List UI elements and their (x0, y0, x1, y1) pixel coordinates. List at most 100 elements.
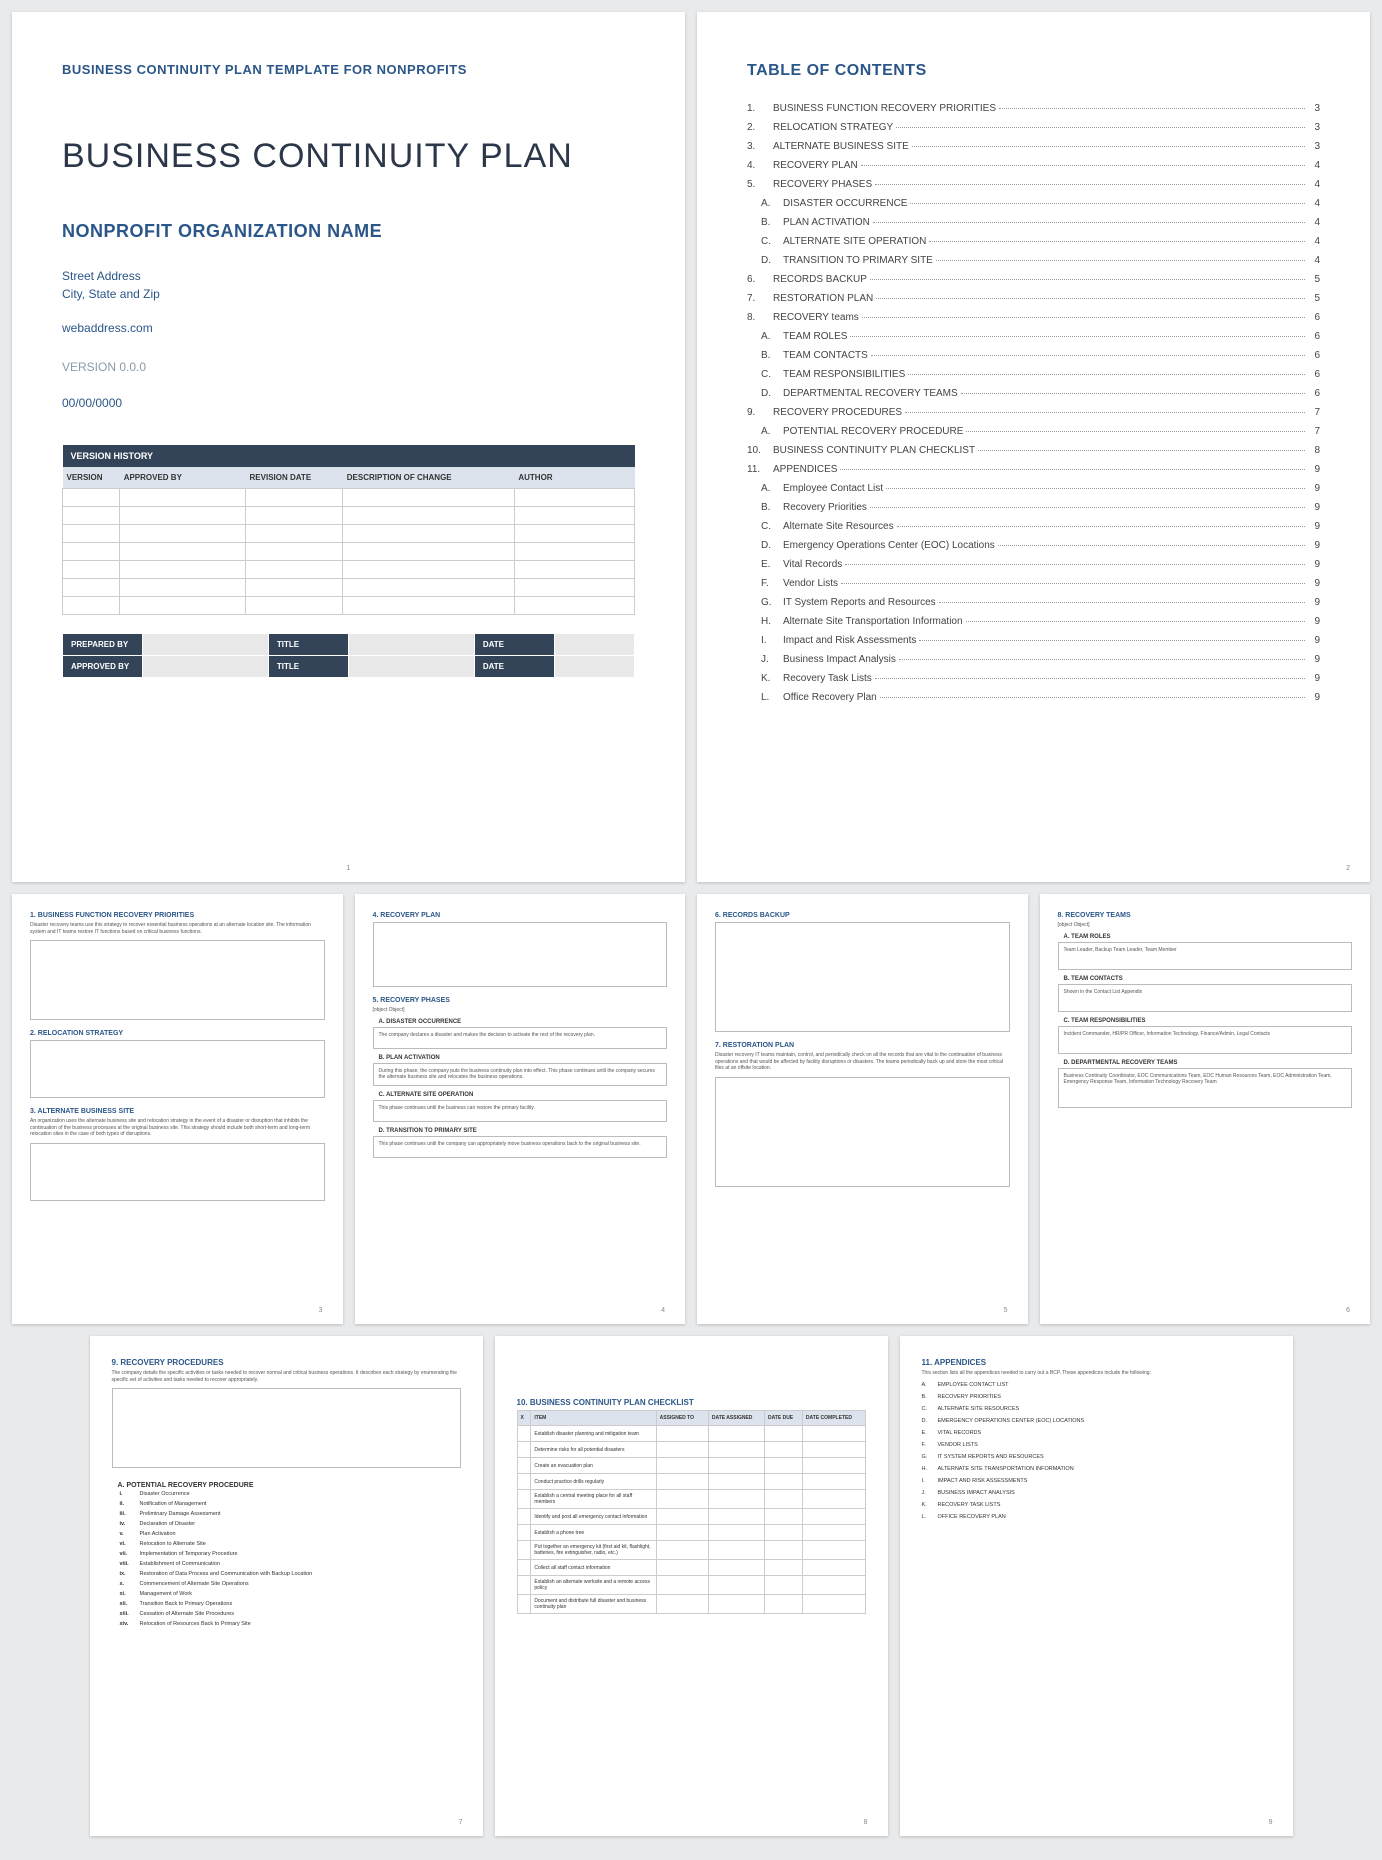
list-item: iv.Declaration of Disaster (120, 1521, 461, 1527)
toc-entry: 7.RESTORATION PLAN5 (747, 292, 1320, 306)
template-header: BUSINESS CONTINUITY PLAN TEMPLATE FOR NO… (62, 62, 635, 77)
content-box (715, 1077, 1010, 1187)
table-row: Establish disaster planning and mitigati… (517, 1426, 865, 1442)
toc-entry: A.POTENTIAL RECOVERY PROCEDURE7 (747, 425, 1320, 439)
list-item: L.OFFICE RECOVERY PLAN (922, 1514, 1271, 1520)
table-row: Document and distribute full disaster an… (517, 1595, 865, 1614)
table-row: Identify and post all emergency contact … (517, 1509, 865, 1525)
list-item: I.IMPACT AND RISK ASSESSMENTS (922, 1478, 1271, 1484)
table-row: Establish an alternate worksite and a re… (517, 1576, 865, 1595)
page-3: 1. BUSINESS FUNCTION RECOVERY PRIORITIES… (12, 894, 343, 1324)
procedure-list: i.Disaster Occurrence ii.Notification of … (112, 1491, 461, 1627)
table-row: Conduct practice drills regularly (517, 1474, 865, 1490)
toc-entry: A.TEAM ROLES6 (747, 330, 1320, 344)
list-item: ii.Notification of Management (120, 1501, 461, 1507)
list-item: E.VITAL RECORDS (922, 1430, 1271, 1436)
table-row: Create an evacuation plan (517, 1458, 865, 1474)
toc-entry: 4.RECOVERY PLAN4 (747, 159, 1320, 173)
date: 00/00/0000 (62, 396, 635, 410)
page-7: 9. RECOVERY PROCEDURES The company detai… (90, 1336, 483, 1836)
content-box (30, 1040, 325, 1098)
toc-entry: C.TEAM RESPONSIBILITIES6 (747, 368, 1320, 382)
toc-entry: C.Alternate Site Resources9 (747, 520, 1320, 534)
page-2: TABLE OF CONTENTS 1.BUSINESS FUNCTION RE… (697, 12, 1370, 882)
list-item: B.RECOVERY PRIORITIES (922, 1394, 1271, 1400)
page-5: 6. RECORDS BACKUP 7. RESTORATION PLAN Di… (697, 894, 1028, 1324)
list-item: H.ALTERNATE SITE TRANSPORTATION INFORMAT… (922, 1466, 1271, 1472)
toc-entry: 5.RECOVERY PHASES4 (747, 178, 1320, 192)
toc-entry: C.ALTERNATE SITE OPERATION4 (747, 235, 1320, 249)
list-item: i.Disaster Occurrence (120, 1491, 461, 1497)
table-row: Establish a central meeting place for al… (517, 1490, 865, 1509)
toc-entry: 2.RELOCATION STRATEGY3 (747, 121, 1320, 135)
toc-entry: F.Vendor Lists9 (747, 577, 1320, 591)
table-row: Collect all staff contact information (517, 1560, 865, 1576)
table-row (63, 489, 635, 507)
content-box (373, 922, 668, 987)
toc-entry: D.TRANSITION TO PRIMARY SITE4 (747, 254, 1320, 268)
table-row (63, 543, 635, 561)
table-row (63, 525, 635, 543)
list-item: viii.Establishment of Communication (120, 1561, 461, 1567)
table-row (63, 597, 635, 615)
toc-entry: H.Alternate Site Transportation Informat… (747, 615, 1320, 629)
address: Street Address City, State and Zip (62, 267, 635, 303)
toc-entry: B.PLAN ACTIVATION4 (747, 216, 1320, 230)
table-row: Put together an emergency kit (first aid… (517, 1541, 865, 1560)
checklist-table: XITEMASSIGNED TODATE ASSIGNEDDATE DUEDAT… (517, 1410, 866, 1614)
page-6: 8. RECOVERY TEAMS [object Object] A. TEA… (1040, 894, 1371, 1324)
toc-list: 1.BUSINESS FUNCTION RECOVERY PRIORITIES3… (747, 102, 1320, 705)
toc-entry: 10.BUSINESS CONTINUITY PLAN CHECKLIST8 (747, 444, 1320, 458)
content-box (112, 1388, 461, 1468)
toc-entry: B.Recovery Priorities9 (747, 501, 1320, 515)
table-row (63, 561, 635, 579)
toc-entry: D.DEPARTMENTAL RECOVERY TEAMS6 (747, 387, 1320, 401)
website: webaddress.com (62, 321, 635, 335)
toc-entry: E.Vital Records9 (747, 558, 1320, 572)
list-item: xiv.Relocation of Resources Back to Prim… (120, 1621, 461, 1627)
list-item: ix.Restoration of Data Process and Commu… (120, 1571, 461, 1577)
doc-title: BUSINESS CONTINUITY PLAN (62, 137, 635, 176)
toc-title: TABLE OF CONTENTS (747, 62, 1320, 80)
list-item: xiii.Cessation of Alternate Site Procedu… (120, 1611, 461, 1617)
page-9: 11. APPENDICES This section lists all th… (900, 1336, 1293, 1836)
content-box (715, 922, 1010, 1032)
version: VERSION 0.0.0 (62, 360, 635, 374)
page-1: BUSINESS CONTINUITY PLAN TEMPLATE FOR NO… (12, 12, 685, 882)
version-history-table: VERSION HISTORY VERSION APPROVED BY REVI… (62, 445, 635, 615)
org-name: NONPROFIT ORGANIZATION NAME (62, 221, 635, 242)
list-item: J.BUSINESS IMPACT ANALYSIS (922, 1490, 1271, 1496)
list-item: G.IT SYSTEM REPORTS AND RESOURCES (922, 1454, 1271, 1460)
toc-entry: B.TEAM CONTACTS6 (747, 349, 1320, 363)
toc-entry: 9.RECOVERY PROCEDURES7 (747, 406, 1320, 420)
list-item: xi.Management of Work (120, 1591, 461, 1597)
table-row (63, 579, 635, 597)
list-item: xii.Transition Back to Primary Operation… (120, 1601, 461, 1607)
toc-entry: D.Emergency Operations Center (EOC) Loca… (747, 539, 1320, 553)
toc-entry: G.IT System Reports and Resources9 (747, 596, 1320, 610)
list-item: A.EMPLOYEE CONTACT LIST (922, 1382, 1271, 1388)
list-item: D.EMERGENCY OPERATIONS CENTER (EOC) LOCA… (922, 1418, 1271, 1424)
toc-entry: I.Impact and Risk Assessments9 (747, 634, 1320, 648)
toc-entry: 11.APPENDICES9 (747, 463, 1320, 477)
appendix-list: A.EMPLOYEE CONTACT LIST B.RECOVERY PRIORI… (922, 1382, 1271, 1520)
page-8: 10. BUSINESS CONTINUITY PLAN CHECKLIST X… (495, 1336, 888, 1836)
list-item: K.RECOVERY TASK LISTS (922, 1502, 1271, 1508)
toc-entry: 3.ALTERNATE BUSINESS SITE3 (747, 140, 1320, 154)
signature-table: PREPARED BYTITLEDATE APPROVED BYTITLEDAT… (62, 633, 635, 678)
page-number: 2 (1346, 865, 1350, 872)
toc-entry: A.DISASTER OCCURRENCE4 (747, 197, 1320, 211)
list-item: iii.Preliminary Damage Assessment (120, 1511, 461, 1517)
toc-entry: L.Office Recovery Plan9 (747, 691, 1320, 705)
list-item: vi.Relocation to Alternate Site (120, 1541, 461, 1547)
toc-entry: J.Business Impact Analysis9 (747, 653, 1320, 667)
page-4: 4. RECOVERY PLAN 5. RECOVERY PHASES [obj… (355, 894, 686, 1324)
toc-entry: 6.RECORDS BACKUP5 (747, 273, 1320, 287)
table-row: Establish a phone tree (517, 1525, 865, 1541)
content-box (30, 1143, 325, 1201)
table-row: Determine risks for all potential disast… (517, 1442, 865, 1458)
list-item: x.Commencement of Alternate Site Operati… (120, 1581, 461, 1587)
toc-entry: 1.BUSINESS FUNCTION RECOVERY PRIORITIES3 (747, 102, 1320, 116)
list-item: C.ALTERNATE SITE RESOURCES (922, 1406, 1271, 1412)
list-item: v.Plan Activation (120, 1531, 461, 1537)
